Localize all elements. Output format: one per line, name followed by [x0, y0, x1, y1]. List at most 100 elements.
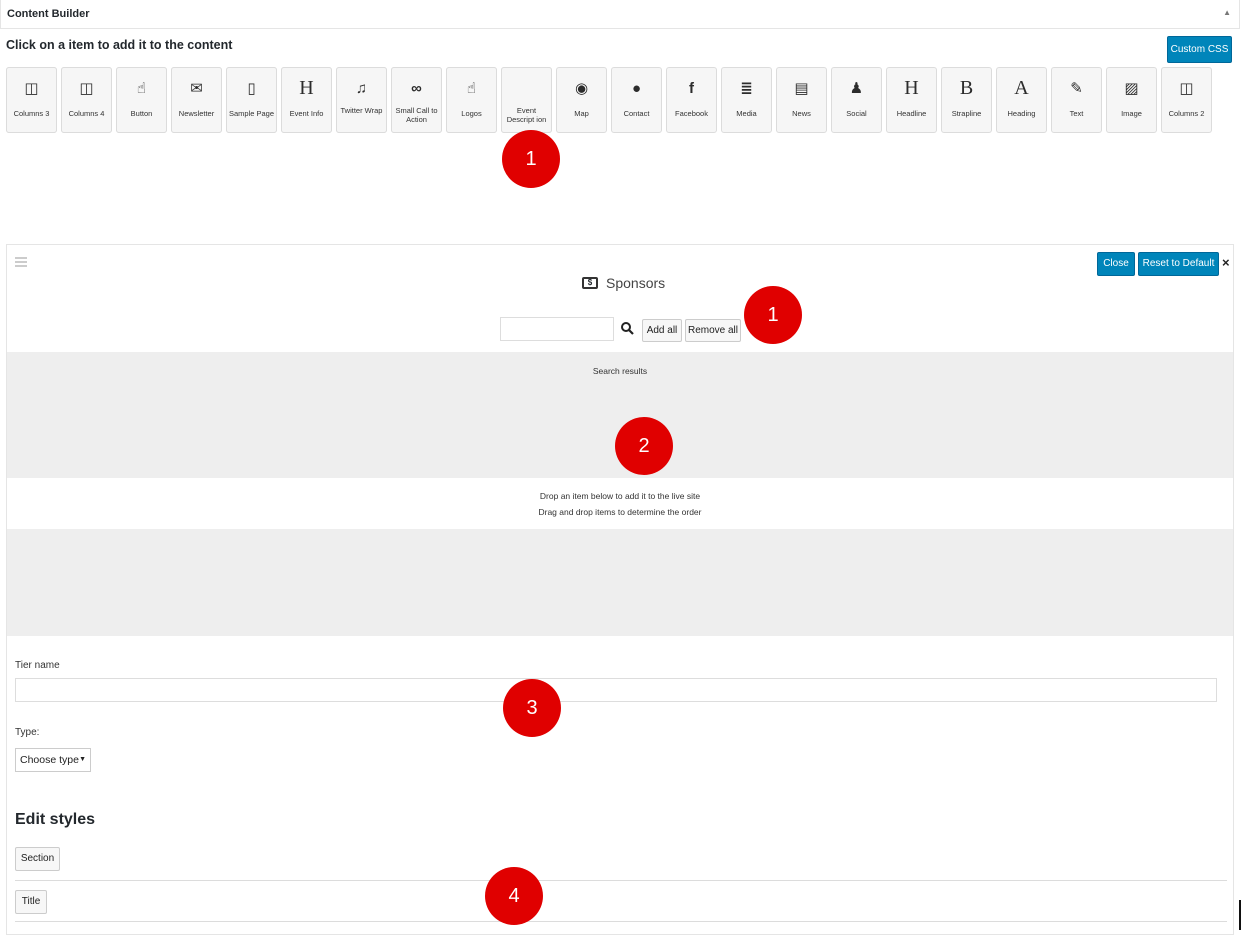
- tier-name-label: Tier name: [15, 660, 60, 671]
- envelope-icon: ✉: [190, 80, 203, 97]
- remove-panel-icon[interactable]: ×: [1222, 255, 1230, 270]
- columns-icon: ◫: [1179, 80, 1194, 97]
- sponsor-search-input[interactable]: [500, 317, 614, 341]
- search-results-label: Search results: [592, 366, 648, 376]
- panel-heading: $ Sponsors: [582, 275, 665, 291]
- instruction-text: Click on a item to add it to the content: [6, 38, 233, 52]
- collapse-arrow-icon[interactable]: ▲: [1223, 8, 1231, 17]
- palette-tile-twitter-wrap[interactable]: ♫ Twitter Wrap: [336, 67, 387, 133]
- edit-styles-heading: Edit styles: [15, 811, 96, 828]
- palette-tile-label: Sample Page: [228, 109, 275, 118]
- add-all-button[interactable]: Add all: [642, 319, 682, 342]
- marker-3-tier: 3: [503, 679, 561, 737]
- reset-to-default-button[interactable]: Reset to Default: [1138, 252, 1219, 276]
- pointer-hand-icon: ☝: [466, 80, 477, 97]
- palette-tile-label: Strapline: [951, 109, 982, 118]
- palette-tile-event-info[interactable]: H Event Info: [281, 67, 332, 133]
- palette-tile-small-call-to-action[interactable]: ∞ Small Call to Action: [391, 67, 442, 133]
- palette-tile-label: Logos: [461, 109, 482, 118]
- palette-tile-button[interactable]: ☝ Button: [116, 67, 167, 133]
- palette-tile-heading[interactable]: A Heading: [996, 67, 1047, 133]
- live-items-drop-zone[interactable]: [7, 529, 1233, 636]
- tile-icon: [502, 77, 551, 99]
- custom-css-button[interactable]: Custom CSS: [1167, 36, 1232, 63]
- type-label: Type:: [15, 727, 40, 738]
- dropdown-caret-icon: ▼: [79, 756, 86, 763]
- palette-tile-label: Headline: [896, 109, 927, 118]
- facebook-icon: f: [689, 79, 694, 97]
- scroll-edge: [1239, 900, 1241, 930]
- image-icon: ▨: [1124, 80, 1139, 97]
- drop-instructions: Drop an item below to add it to the live…: [7, 488, 1233, 520]
- heading-a-icon: A: [1014, 76, 1029, 99]
- user-plus-icon: ♟: [849, 80, 864, 97]
- columns-icon: ◫: [24, 80, 39, 97]
- palette-tile-news[interactable]: ▤ News: [776, 67, 827, 133]
- marker-2-results: 2: [615, 417, 673, 475]
- gamepad-icon: ∞: [411, 79, 422, 97]
- remove-all-button[interactable]: Remove all: [685, 319, 741, 342]
- palette-tile-media[interactable]: ≣ Media: [721, 67, 772, 133]
- palette-tile-label: Button: [130, 109, 153, 118]
- palette-tile-label: Facebook: [675, 109, 708, 118]
- palette-tile-label: Heading: [1007, 109, 1036, 118]
- palette-tile-image[interactable]: ▨ Image: [1106, 67, 1157, 133]
- section-style-button[interactable]: Section: [15, 847, 60, 871]
- marker-1-palette: 1: [502, 130, 560, 188]
- type-select[interactable]: Choose type ▼: [15, 748, 91, 772]
- content-builder-header[interactable]: Content Builder ▲: [0, 0, 1240, 29]
- money-icon: $: [582, 277, 598, 289]
- palette-tile-label: Columns 2: [1168, 109, 1205, 118]
- tier-name-input[interactable]: [15, 678, 1217, 702]
- palette-tile-label: Contact: [623, 109, 650, 118]
- list-icon: ≣: [740, 80, 753, 97]
- panel-title: Sponsors: [606, 275, 666, 291]
- newspaper-icon: ▤: [794, 80, 809, 97]
- palette-tile-strapline[interactable]: B Strapline: [941, 67, 992, 133]
- palette-tile-label: Text: [1069, 109, 1084, 118]
- content-builder-page: Content Builder ▲ Click on a item to add…: [0, 0, 1245, 935]
- marker-1-search: 1: [744, 286, 802, 344]
- strapline-b-icon: B: [959, 76, 974, 99]
- palette-tile-facebook[interactable]: f Facebook: [666, 67, 717, 133]
- palette-tile-sample-page[interactable]: ▯ Sample Page: [226, 67, 277, 133]
- palette-tile-label: Map: [574, 109, 589, 118]
- marker-4-styles: 4: [485, 867, 543, 925]
- palette-tile-label: Twitter Wrap: [340, 106, 383, 115]
- columns-icon: ◫: [79, 80, 94, 97]
- event-info-h-icon: H: [299, 76, 314, 99]
- palette-tile-map[interactable]: ◉ Map: [556, 67, 607, 133]
- close-button[interactable]: Close: [1097, 252, 1135, 276]
- palette-tile-label: Image: [1121, 109, 1142, 118]
- palette-tile-label: Social: [846, 109, 867, 118]
- twitter-icon: ♫: [355, 79, 368, 97]
- pencil-icon: ✎: [1070, 80, 1083, 97]
- title-style-button[interactable]: Title: [15, 890, 47, 914]
- drag-handle-icon[interactable]: [15, 257, 27, 269]
- palette-tile-contact[interactable]: ● Contact: [611, 67, 662, 133]
- palette-tile-logos[interactable]: ☝ Logos: [446, 67, 497, 133]
- divider: [15, 921, 1227, 922]
- divider: [15, 880, 1227, 881]
- palette-tile-label: Columns 4: [68, 109, 105, 118]
- palette-tile-text[interactable]: ✎ Text: [1051, 67, 1102, 133]
- sponsors-panel: Close Reset to Default × $ Sponsors Add …: [6, 244, 1234, 935]
- speech-bubble-icon: ●: [631, 79, 642, 97]
- content-builder-title: Content Builder: [7, 8, 90, 20]
- search-icon[interactable]: [620, 321, 634, 335]
- palette-tile-label: News: [792, 109, 811, 118]
- drop-instruction-line: Drag and drop items to determine the ord…: [538, 507, 702, 517]
- headline-h-icon: H: [904, 76, 919, 99]
- drop-instruction-line: Drop an item below to add it to the live…: [539, 491, 701, 501]
- palette-tile-columns-2[interactable]: ◫ Columns 2: [1161, 67, 1212, 133]
- palette-tile-label: Newsletter: [178, 109, 215, 118]
- palette-tile-event-descript-ion[interactable]: Event Descript ion: [501, 67, 552, 133]
- palette-tile-headline[interactable]: H Headline: [886, 67, 937, 133]
- palette-tile-social[interactable]: ♟ Social: [831, 67, 882, 133]
- palette-tile-columns-3[interactable]: ◫ Columns 3: [6, 67, 57, 133]
- palette-tile-label: Event Descript ion: [506, 106, 547, 124]
- palette-tile-newsletter[interactable]: ✉ Newsletter: [171, 67, 222, 133]
- palette-tile-columns-4[interactable]: ◫ Columns 4: [61, 67, 112, 133]
- pointer-hand-icon: ☝: [136, 80, 147, 97]
- palette-tile-label: Media: [736, 109, 757, 118]
